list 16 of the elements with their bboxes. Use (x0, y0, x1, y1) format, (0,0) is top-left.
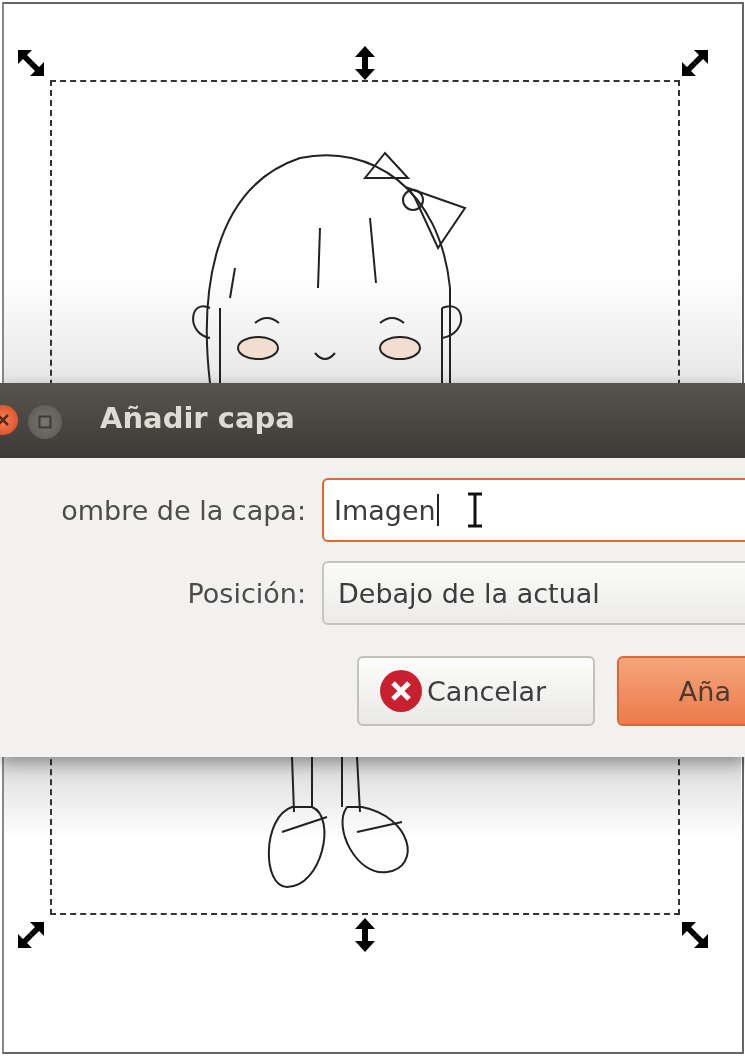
position-dropdown[interactable]: Debajo de la actual (322, 561, 745, 625)
cancel-button[interactable]: Cancelar (357, 656, 595, 726)
maximize-icon (38, 415, 52, 429)
field-label: Posición: (186, 577, 306, 609)
scale-handle-icon[interactable] (16, 48, 46, 78)
scale-handle-icon[interactable] (354, 46, 376, 80)
cancel-icon (379, 669, 423, 713)
add-button[interactable]: Aña (616, 656, 745, 726)
scale-handle-icon[interactable] (354, 918, 376, 952)
scale-handle-icon[interactable] (680, 920, 710, 950)
layer-name-input[interactable]: Imagen (322, 478, 745, 542)
close-icon (0, 414, 9, 426)
field-label: ombre de la capa: (60, 494, 306, 526)
dialog-title: Añadir capa (100, 401, 295, 435)
scale-handle-icon[interactable] (680, 48, 710, 78)
scale-handle-icon[interactable] (16, 920, 46, 950)
